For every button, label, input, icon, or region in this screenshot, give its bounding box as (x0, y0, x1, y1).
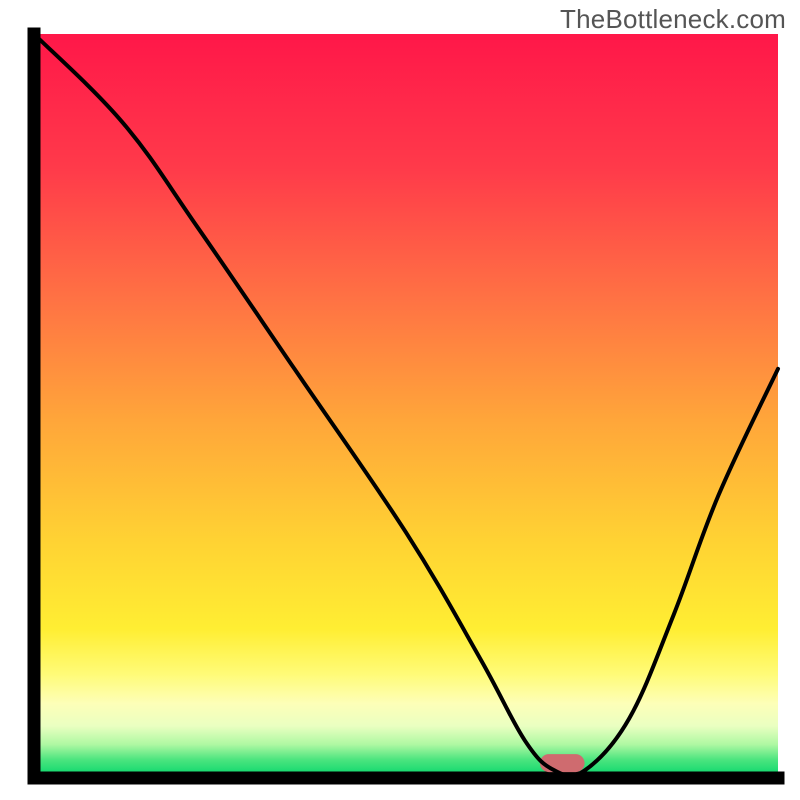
chart-frame: TheBottleneck.com (0, 0, 800, 800)
optimal-marker (540, 754, 585, 772)
gradient-background (34, 34, 778, 778)
bottleneck-chart (0, 0, 800, 800)
